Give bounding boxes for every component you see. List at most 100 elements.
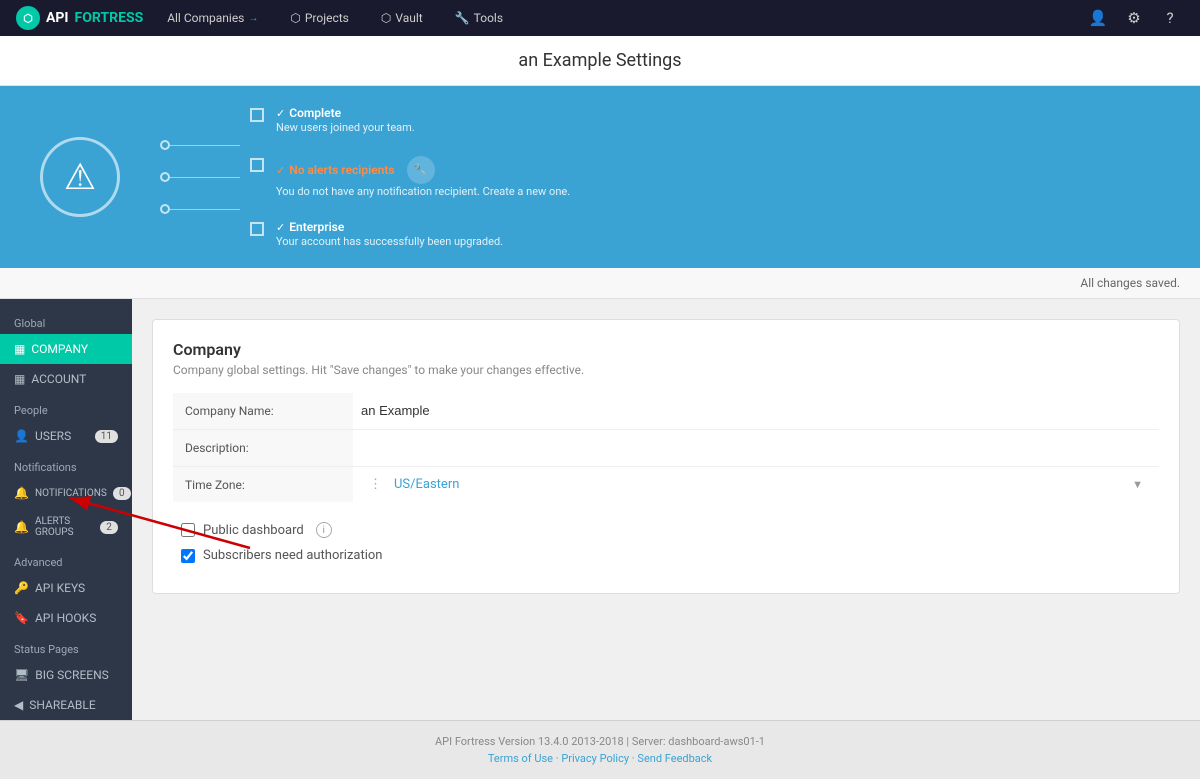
banner-step-enterprise: ✓ Enterprise Your account has successful… <box>250 220 570 248</box>
account-icon: ▦ <box>14 372 25 386</box>
nav-tools[interactable]: 🔧 Tools <box>447 7 511 29</box>
banner-warning-circle: ⚠ <box>40 137 120 217</box>
nav-right-icons: 👤 ⚙ ? <box>1084 4 1184 32</box>
company-name-label: Company Name: <box>173 393 353 430</box>
vault-icon: ⬡ <box>381 11 391 25</box>
footer-version-text: API Fortress Version 13.4.0 2013-2018 | … <box>14 735 1186 748</box>
alerts-groups-icon: 🔔 <box>14 520 29 534</box>
privacy-policy-link[interactable]: Privacy Policy <box>561 752 629 765</box>
sidebar-account-label: ACCOUNT <box>31 372 86 386</box>
tools-icon: 🔧 <box>455 11 470 25</box>
sidebar-item-users[interactable]: 👤 USERS 11 <box>0 421 132 451</box>
sidebar-item-shareable[interactable]: ◀ SHAREABLE <box>0 690 132 720</box>
top-navigation: ⬡ API FORTRESS All Companies → ⬡ Project… <box>0 0 1200 36</box>
description-input[interactable] <box>361 440 1151 455</box>
logo-fortress-text: FORTRESS <box>75 10 144 26</box>
section-label-status-pages: Status Pages <box>0 633 132 660</box>
sidebar-item-big-screens[interactable]: 🖥 BIG SCREENS <box>0 660 132 690</box>
nav-arrow-icon: → <box>248 13 258 24</box>
sidebar-alerts-groups-label: ALERTS GROUPS <box>35 516 94 538</box>
timezone-label: Time Zone: <box>173 467 353 503</box>
big-screens-icon: 🖥 <box>14 668 29 682</box>
alerts-groups-badge: 2 <box>100 521 118 534</box>
content-area: Company Company global settings. Hit "Sa… <box>132 299 1200 720</box>
logo-icon: ⬡ <box>16 6 40 30</box>
sidebar-item-account[interactable]: ▦ ACCOUNT <box>0 364 132 394</box>
section-label-advanced: Advanced <box>0 546 132 573</box>
sidebar: Global ▦ COMPANY ▦ ACCOUNT People 👤 USER… <box>0 299 132 720</box>
sidebar-company-label: COMPANY <box>31 342 88 356</box>
sidebar-users-label: USERS <box>35 429 71 443</box>
page-title: an Example Settings <box>0 36 1200 86</box>
logo[interactable]: ⬡ API FORTRESS <box>16 6 143 30</box>
send-feedback-link[interactable]: Send Feedback <box>637 752 712 765</box>
timezone-info-icon[interactable]: ⋮ <box>369 477 382 492</box>
sidebar-api-hooks-label: API HOOKS <box>35 611 96 625</box>
api-keys-icon: 🔑 <box>14 581 29 595</box>
terms-of-use-link[interactable]: Terms of Use <box>488 752 553 765</box>
footer: API Fortress Version 13.4.0 2013-2018 | … <box>0 720 1200 779</box>
notifications-badge: 0 <box>113 487 131 500</box>
sidebar-item-alerts-groups[interactable]: 🔔 ALERTS GROUPS 2 <box>0 508 132 546</box>
nav-all-companies[interactable]: All Companies → <box>159 7 266 29</box>
company-icon: ▦ <box>14 342 25 356</box>
nav-projects[interactable]: ⬡ Projects <box>282 7 356 29</box>
company-settings-card: Company Company global settings. Hit "Sa… <box>152 319 1180 594</box>
company-name-input[interactable] <box>361 403 1151 418</box>
api-hooks-icon: 🔖 <box>14 611 29 625</box>
section-label-notifications: Notifications <box>0 451 132 478</box>
sidebar-item-company[interactable]: ▦ COMPANY <box>0 334 132 364</box>
card-title: Company <box>173 340 1159 359</box>
sidebar-item-notifications[interactable]: 🔔 NOTIFICATIONS 0 <box>0 478 132 508</box>
user-icon[interactable]: 👤 <box>1084 4 1112 32</box>
step-enterprise-desc: Your account has successfully been upgra… <box>276 235 503 248</box>
timezone-select-value: US/Eastern <box>394 477 459 492</box>
public-dashboard-row: Public dashboard i <box>181 522 1151 538</box>
subscribers-auth-checkbox[interactable] <box>181 549 195 563</box>
logo-api-text: API <box>46 10 69 26</box>
page-title-text: an Example Settings <box>518 50 681 71</box>
status-text: All changes saved. <box>1080 276 1180 290</box>
public-dashboard-label: Public dashboard <box>203 523 304 538</box>
nav-projects-label: Projects <box>305 11 349 25</box>
nav-vault-label: Vault <box>395 11 422 25</box>
subscribers-auth-row: Subscribers need authorization <box>181 548 1151 563</box>
nav-vault[interactable]: ⬡ Vault <box>373 7 431 29</box>
step-alerts-desc: You do not have any notification recipie… <box>276 185 570 198</box>
timezone-dropdown-arrow[interactable]: ▼ <box>1132 478 1143 491</box>
public-dashboard-checkbox[interactable] <box>181 523 195 537</box>
settings-form-table: Company Name: Description: <box>173 393 1159 502</box>
timezone-value-cell[interactable]: ⋮ US/Eastern ▼ <box>353 467 1159 503</box>
sidebar-shareable-label: SHAREABLE <box>29 698 95 712</box>
sidebar-item-api-keys[interactable]: 🔑 API KEYS <box>0 573 132 603</box>
description-value[interactable] <box>353 430 1159 467</box>
settings-icon[interactable]: ⚙ <box>1120 4 1148 32</box>
alerts-action-icon[interactable]: 🔧 <box>407 156 435 184</box>
users-badge: 11 <box>95 430 118 443</box>
subscribers-auth-label: Subscribers need authorization <box>203 548 382 563</box>
step-enterprise-title: Enterprise <box>289 220 344 234</box>
banner-connector-lines <box>160 140 240 214</box>
setup-banner: ⚠ ✓ Complete <box>0 86 1200 268</box>
description-label: Description: <box>173 430 353 467</box>
card-subtitle: Company global settings. Hit "Save chang… <box>173 363 1159 377</box>
nav-tools-label: Tools <box>474 11 503 25</box>
step-complete-title: Complete <box>289 106 341 120</box>
section-label-people: People <box>0 394 132 421</box>
status-bar: All changes saved. <box>0 268 1200 299</box>
warning-icon: ⚠ <box>64 156 96 198</box>
sidebar-item-api-hooks[interactable]: 🔖 API HOOKS <box>0 603 132 633</box>
public-dashboard-info-icon[interactable]: i <box>316 522 332 538</box>
company-name-value[interactable] <box>353 393 1159 430</box>
shareable-icon: ◀ <box>14 698 23 712</box>
timezone-row: Time Zone: ⋮ US/Eastern ▼ <box>173 467 1159 503</box>
help-icon[interactable]: ? <box>1156 4 1184 32</box>
banner-steps: ✓ Complete New users joined your team. ✓… <box>250 106 570 248</box>
section-label-global: Global <box>0 307 132 334</box>
sidebar-api-keys-label: API KEYS <box>35 581 85 595</box>
step-alerts-title: No alerts recipients <box>289 163 394 177</box>
banner-step-complete: ✓ Complete New users joined your team. <box>250 106 570 134</box>
main-layout: Global ▦ COMPANY ▦ ACCOUNT People 👤 USER… <box>0 299 1200 720</box>
sidebar-notifications-label: NOTIFICATIONS <box>35 488 107 499</box>
projects-icon: ⬡ <box>290 11 300 25</box>
